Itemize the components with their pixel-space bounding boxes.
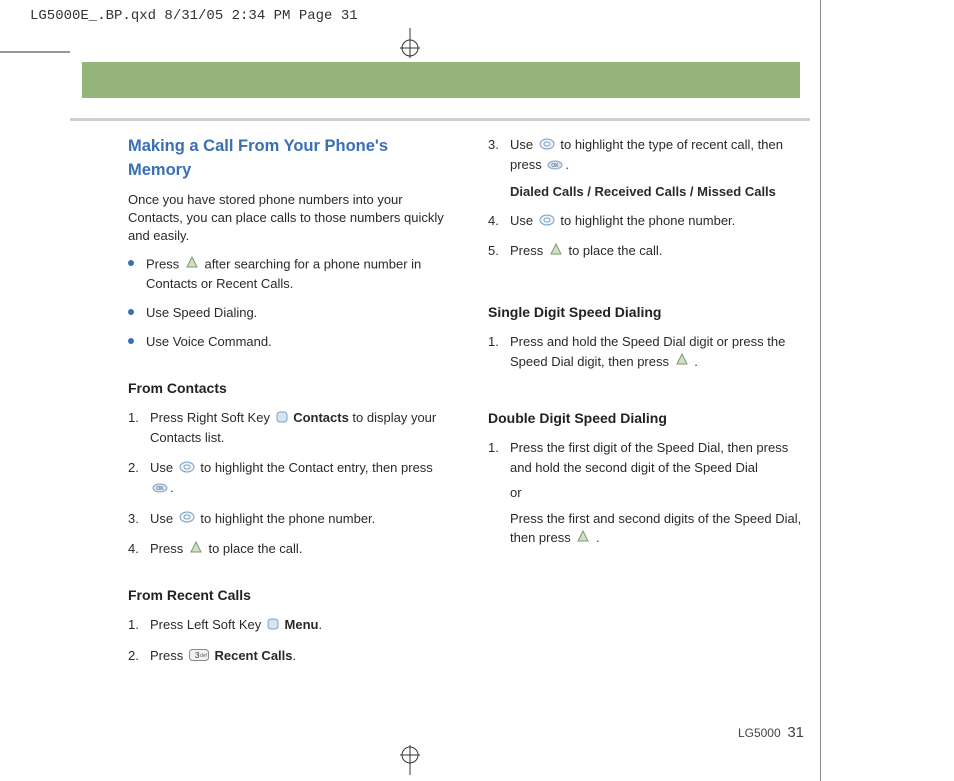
text-bold: Menu [285, 617, 319, 632]
list-item: Press the first digit of the Speed Dial,… [488, 438, 812, 548]
list-item: Press to place the call. [488, 241, 812, 261]
text: . [694, 354, 698, 369]
nav-key-icon [539, 136, 555, 156]
svg-text:OK: OK [156, 486, 164, 492]
ok-key-icon: OK [152, 479, 168, 499]
key-3-icon: 3def [189, 647, 209, 667]
text: to highlight the Contact entry, then pre… [200, 460, 432, 475]
header-divider [70, 118, 810, 121]
crop-mark-top-icon [395, 28, 425, 58]
text: Press [150, 648, 187, 663]
send-key-icon [189, 540, 203, 560]
send-key-icon [549, 242, 563, 262]
list-item: Press and hold the Speed Dial digit or p… [488, 332, 812, 372]
right-softkey-icon [276, 409, 288, 429]
list-item: Press Left Soft Key Menu. [128, 615, 452, 635]
left-column: Making a Call From Your Phone's Memory O… [128, 135, 452, 676]
intro-paragraph: Once you have stored phone numbers into … [128, 191, 452, 246]
text: Use [150, 460, 177, 475]
svg-text:OK: OK [552, 163, 560, 169]
section-title: Making a Call From Your Phone's Memory [128, 135, 452, 183]
text: . [596, 530, 600, 545]
send-key-icon [675, 352, 689, 372]
list-item: Use to highlight the Contact entry, then… [128, 458, 452, 499]
intro-bullet-list: Press after searching for a phone number… [128, 255, 452, 351]
call-types-line: Dialed Calls / Received Calls / Missed C… [510, 182, 812, 202]
text: Use [510, 213, 537, 228]
page-footer: LG5000 31 [738, 724, 804, 741]
alt-instruction: Press the first and second digits of the… [510, 509, 812, 549]
ok-key-icon: OK [547, 156, 563, 176]
text-bold: Contacts [293, 410, 349, 425]
crop-mark-bottom-icon [395, 745, 425, 775]
text: Press the first and second digits of the… [510, 511, 801, 546]
send-key-icon [576, 529, 590, 549]
header-green-bar [82, 62, 800, 98]
text: Press and hold the Speed Dial digit or p… [510, 334, 785, 369]
list-item: Use to highlight the phone number. [128, 509, 452, 529]
text: Press [510, 243, 547, 258]
subheading-from-recent: From Recent Calls [128, 585, 452, 605]
list-item: Press Right Soft Key Contacts to display… [128, 408, 452, 448]
list-item: Use to highlight the phone number. [488, 211, 812, 231]
text: Press [150, 541, 187, 556]
single-digit-steps: Press and hold the Speed Dial digit or p… [488, 332, 812, 372]
nav-key-icon [179, 509, 195, 529]
left-softkey-icon [267, 616, 279, 636]
from-contacts-steps: Press Right Soft Key Contacts to display… [128, 408, 452, 559]
double-digit-steps: Press the first digit of the Speed Dial,… [488, 438, 812, 548]
page-number: 31 [787, 724, 804, 741]
from-recent-steps-cont: Use to highlight the type of recent call… [488, 135, 812, 262]
send-key-icon [185, 255, 199, 275]
or-line: or [510, 483, 812, 503]
text: . [170, 480, 174, 495]
text: Press Right Soft Key [150, 410, 274, 425]
model-label: LG5000 [738, 726, 781, 740]
subheading-double-digit: Double Digit Speed Dialing [488, 408, 812, 428]
from-recent-steps: Press Left Soft Key Menu. Press 3def Rec… [128, 615, 452, 666]
list-item: Use Speed Dialing. [128, 304, 452, 323]
subheading-from-contacts: From Contacts [128, 378, 452, 398]
list-item: Press to place the call. [128, 539, 452, 559]
text: Use [510, 137, 537, 152]
text: Use [150, 511, 177, 526]
content-columns: Making a Call From Your Phone's Memory O… [128, 135, 812, 676]
list-item: Use Voice Command. [128, 333, 452, 352]
text: to highlight the phone number. [200, 511, 375, 526]
nav-key-icon [539, 212, 555, 232]
text: Press [146, 257, 183, 272]
right-column: Use to highlight the type of recent call… [488, 135, 812, 676]
document-meta-header: LG5000E_.BP.qxd 8/31/05 2:34 PM Page 31 [30, 8, 358, 24]
list-item: Press after searching for a phone number… [128, 255, 452, 294]
text: to place the call. [208, 541, 302, 556]
crop-mark-left-icon [0, 50, 70, 54]
list-item: Use to highlight the type of recent call… [488, 135, 812, 201]
nav-key-icon [179, 459, 195, 479]
list-item: Press 3def Recent Calls. [128, 646, 452, 666]
text: to highlight the phone number. [560, 213, 735, 228]
text-bold: Recent Calls [214, 648, 292, 663]
text: . [318, 617, 322, 632]
text: Press Left Soft Key [150, 617, 265, 632]
svg-text:def: def [200, 653, 208, 659]
page-trim-line [820, 0, 821, 781]
subheading-single-digit: Single Digit Speed Dialing [488, 302, 812, 322]
text: to place the call. [568, 243, 662, 258]
text: Press the first digit of the Speed Dial,… [510, 440, 788, 475]
text: . [565, 157, 569, 172]
text: . [293, 648, 297, 663]
